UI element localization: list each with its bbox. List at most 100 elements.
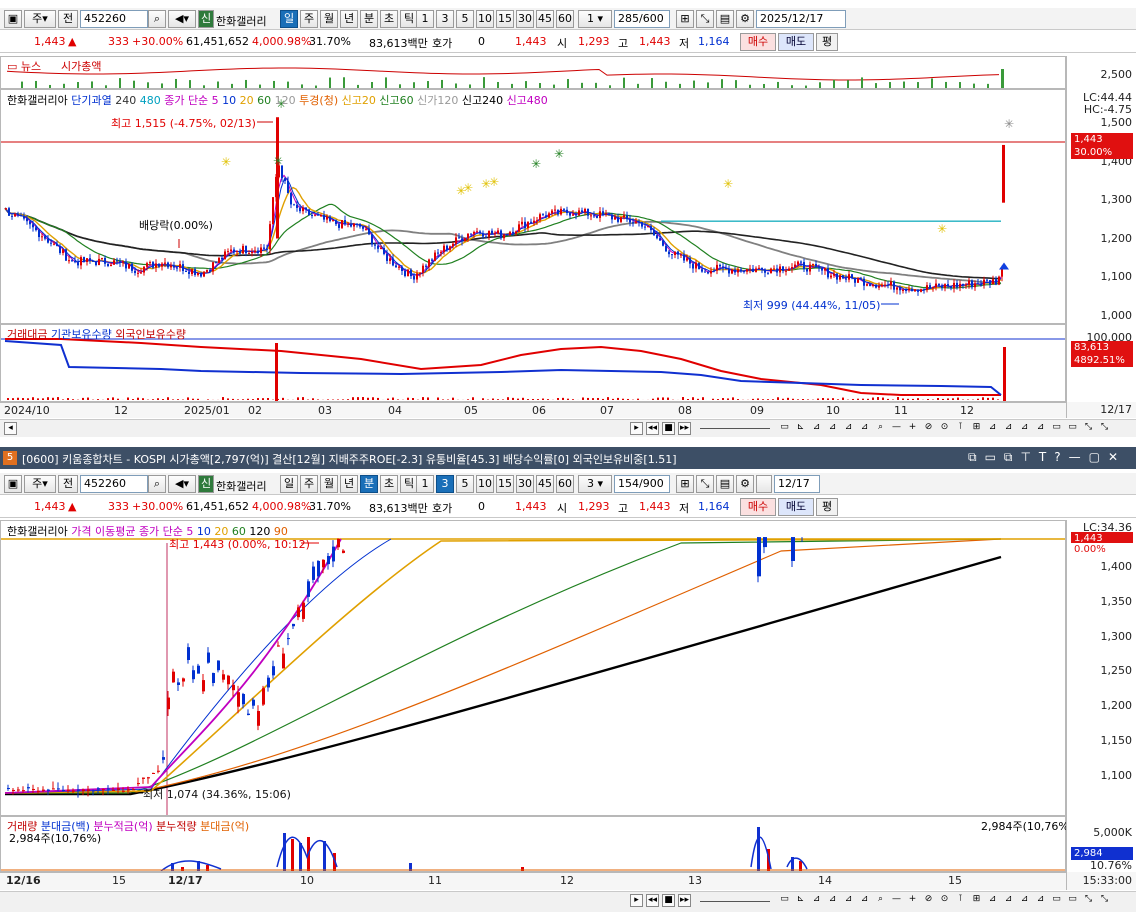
volume-legend-item-0[interactable]: 거래대금 — [7, 328, 51, 341]
volume-legend-item-1[interactable]: 기관보유수량 — [51, 328, 115, 341]
legend-item-0[interactable]: 한화갤러리아 — [7, 525, 71, 538]
search-icon[interactable]: ⌕ — [148, 10, 166, 28]
gear-icon[interactable]: ⚙ — [736, 10, 754, 28]
interval-tab-3[interactable]: 10 — [476, 475, 494, 493]
draw-tool-icon-3[interactable]: ⊿ — [826, 894, 839, 907]
rewind-icon[interactable]: ◂◂ — [646, 422, 659, 435]
save-icon[interactable]: ▤ — [716, 10, 734, 28]
legend-item-7[interactable]: 60 — [257, 94, 275, 107]
draw-tool-icon-15[interactable]: ⊿ — [1018, 422, 1031, 435]
draw-tool-icon-11[interactable]: ⊺ — [954, 894, 967, 907]
period-tab-4[interactable]: 분 — [360, 475, 378, 493]
draw-tool-icon-10[interactable]: ⊙ — [938, 422, 951, 435]
zoom-slider[interactable] — [700, 428, 770, 429]
search-icon[interactable]: ⌕ — [148, 475, 166, 493]
sound-icon[interactable]: ◀▾ — [168, 10, 196, 28]
draw-tool-icon-10[interactable]: ⊙ — [938, 894, 951, 907]
interval-tab-1[interactable]: 3 — [436, 10, 454, 28]
legend-item-13[interactable]: 신고240 — [462, 94, 507, 107]
volume-legend-item-2[interactable]: 외국인보유수량 — [115, 328, 186, 341]
draw-tool-icon-8[interactable]: + — [906, 894, 919, 907]
draw-tool-icon-0[interactable]: ▭ — [778, 894, 791, 907]
period-tab-0[interactable]: 일 — [280, 475, 298, 493]
stop-icon[interactable]: ■ — [662, 422, 675, 435]
interval-select[interactable]: 1 ▾ — [578, 10, 612, 28]
draw-tool-icon-19[interactable]: ⤡ — [1082, 894, 1095, 907]
volume-legend-item-4[interactable]: 분대금(억) — [200, 820, 249, 833]
interval-tab-1[interactable]: 3 — [436, 475, 454, 493]
draw-tool-icon-18[interactable]: ▭ — [1066, 894, 1079, 907]
tool-icon-2[interactable]: ⤡ — [696, 10, 714, 28]
scroll-right-icon[interactable]: ▸ — [630, 894, 643, 907]
interval-tab-6[interactable]: 45 — [536, 475, 554, 493]
zoom-slider[interactable] — [700, 901, 770, 902]
legend-item-11[interactable]: 신고60 — [379, 94, 417, 107]
draw-tool-icon-9[interactable]: ⊘ — [922, 894, 935, 907]
draw-tool-icon-6[interactable]: ⌕ — [874, 422, 887, 435]
buy-button[interactable]: 매수 — [740, 498, 776, 516]
sound-icon[interactable]: ◀▾ — [168, 475, 196, 493]
top-scrollbar[interactable]: ◂ ▸ ◂◂ ■ ▸▸ ▭ ⊾ ⊿ ⊿ ⊿ ⊿ ⌕ — + ⊘ ⊙ ⊺ ⊞ ⊿ ⊿ ⊿ ⊿ ▭ ▭ ⤡ ⤡ — [0, 419, 1136, 437]
draw-tool-icon-19[interactable]: ⤡ — [1082, 422, 1095, 435]
checkbox[interactable] — [756, 475, 772, 493]
period-tab-5[interactable]: 초 — [380, 475, 398, 493]
draw-tool-icon-16[interactable]: ⊿ — [1034, 894, 1047, 907]
legend-item-12[interactable]: 신가120 — [417, 94, 462, 107]
interval-tab-2[interactable]: 5 — [456, 10, 474, 28]
legend-item-14[interactable]: 신고480 — [507, 94, 548, 107]
count-input[interactable]: 154/900 — [614, 475, 670, 493]
period-tab-2[interactable]: 월 — [320, 10, 338, 28]
period-tab-0[interactable]: 일 — [280, 10, 298, 28]
sell-button[interactable]: 매도 — [778, 33, 814, 51]
draw-tool-icon-5[interactable]: ⊿ — [858, 422, 871, 435]
draw-tool-icon-7[interactable]: — — [890, 894, 903, 907]
tool-icon-1[interactable]: ⊞ — [676, 10, 694, 28]
period-tab-4[interactable]: 분 — [360, 10, 378, 28]
gear-icon[interactable]: ⚙ — [736, 475, 754, 493]
type-select[interactable]: 주▾ — [24, 475, 56, 493]
draw-tool-icon-15[interactable]: ⊿ — [1018, 894, 1031, 907]
window-controls[interactable]: ⧉▭⧉⊤T?—▢✕ — [968, 450, 1126, 465]
draw-tool-icon-4[interactable]: ⊿ — [842, 422, 855, 435]
interval-tab-4[interactable]: 15 — [496, 10, 514, 28]
period-tab-5[interactable]: 초 — [380, 10, 398, 28]
draw-tool-icon-4[interactable]: ⊿ — [842, 894, 855, 907]
tool-icon-1[interactable]: ⊞ — [676, 475, 694, 493]
period-tab-1[interactable]: 주 — [300, 10, 318, 28]
interval-tab-6[interactable]: 45 — [536, 10, 554, 28]
legend-item-6[interactable]: 20 — [240, 94, 258, 107]
interval-tab-7[interactable]: 60 — [556, 475, 574, 493]
draw-tool-icon-13[interactable]: ⊿ — [986, 894, 999, 907]
draw-tool-icon-12[interactable]: ⊞ — [970, 422, 983, 435]
legend-item-10[interactable]: 신고20 — [342, 94, 380, 107]
draw-tool-icon-5[interactable]: ⊿ — [858, 894, 871, 907]
draw-tool-icon-8[interactable]: + — [906, 422, 919, 435]
flat-button[interactable]: 평 — [816, 33, 838, 51]
date-input[interactable]: 2025/12/17 — [756, 10, 846, 28]
interval-tab-7[interactable]: 60 — [556, 10, 574, 28]
scroll-right-icon[interactable]: ▸ — [630, 422, 643, 435]
period-tab-2[interactable]: 월 — [320, 475, 338, 493]
forward-icon[interactable]: ▸▸ — [678, 422, 691, 435]
tool-icon-2[interactable]: ⤡ — [696, 475, 714, 493]
chart-menu-icon[interactable]: ▣ — [4, 10, 22, 28]
code-input[interactable]: 452260 — [80, 10, 148, 28]
legend-item-1[interactable]: 가격 이동평균 — [71, 525, 139, 538]
prev-button[interactable]: 전 — [58, 10, 78, 28]
stop-icon[interactable]: ■ — [662, 894, 675, 907]
draw-tool-icon-17[interactable]: ▭ — [1050, 422, 1063, 435]
legend-item-8[interactable]: 120 — [275, 94, 300, 107]
chart-menu-icon[interactable]: ▣ — [4, 475, 22, 493]
draw-tool-icon-3[interactable]: ⊿ — [826, 422, 839, 435]
draw-tool-icon-16[interactable]: ⊿ — [1034, 422, 1047, 435]
legend-item-4[interactable]: 종가 단순 5 — [164, 94, 222, 107]
volume-legend-item-2[interactable]: 분누적금(억) — [93, 820, 156, 833]
draw-tool-icon-2[interactable]: ⊿ — [810, 422, 823, 435]
period-tab-3[interactable]: 년 — [340, 10, 358, 28]
prev-button[interactable]: 전 — [58, 475, 78, 493]
legend-item-2[interactable]: 240 — [115, 94, 140, 107]
legend-item-0[interactable]: 한화갤러리아 — [7, 94, 71, 107]
draw-tool-icon-2[interactable]: ⊿ — [810, 894, 823, 907]
draw-tool-icon-14[interactable]: ⊿ — [1002, 422, 1015, 435]
draw-tool-icon-20[interactable]: ⤡ — [1098, 422, 1111, 435]
